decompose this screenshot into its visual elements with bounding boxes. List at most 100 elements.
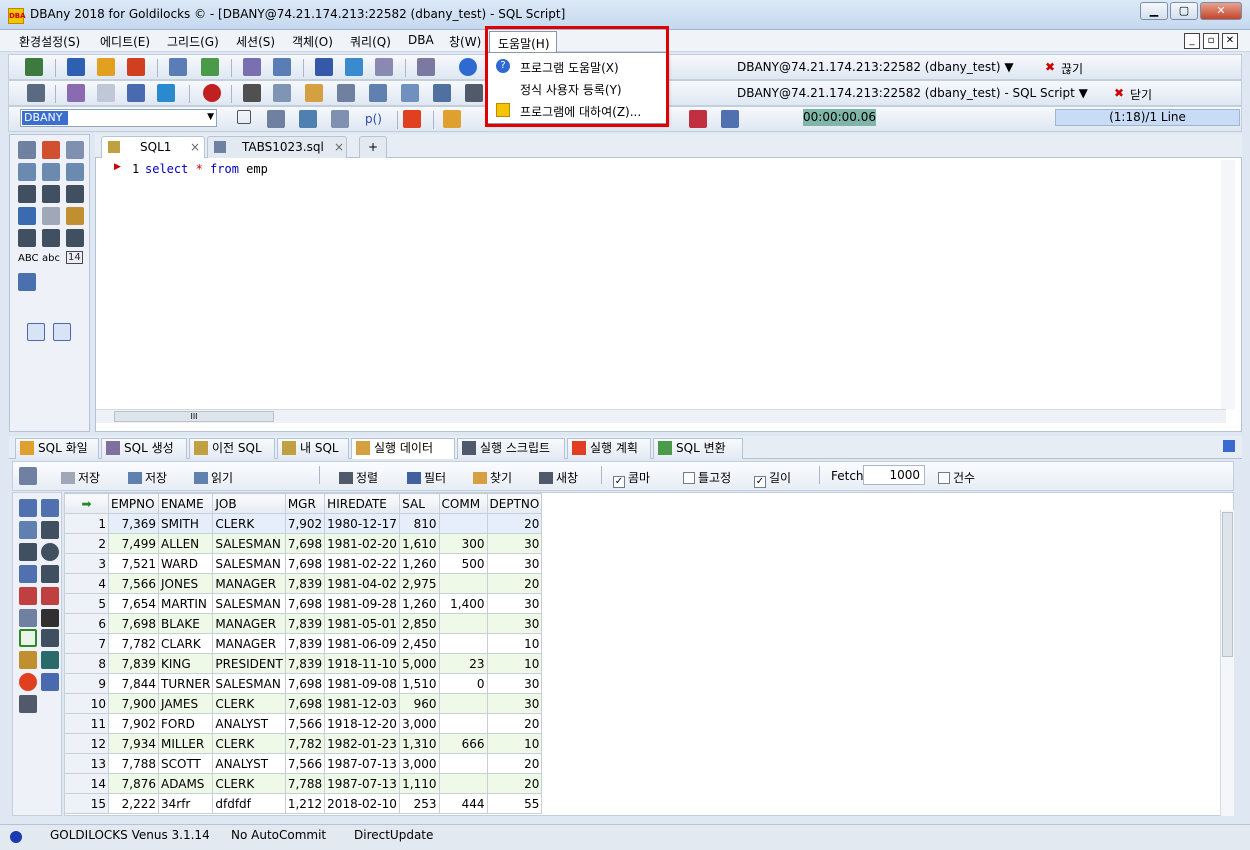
chevron-down-icon[interactable]: ▼ [207, 112, 214, 122]
cell-sal[interactable]: 1,260 [399, 593, 440, 614]
cell-comm[interactable]: 500 [438, 553, 488, 574]
cell-comm[interactable]: 23 [438, 653, 488, 674]
cell-deptno[interactable]: 10 [486, 653, 543, 674]
tools-icon[interactable] [27, 84, 45, 102]
cell-comm[interactable] [438, 513, 488, 534]
upload-icon[interactable] [97, 58, 115, 76]
cell-comm[interactable] [438, 753, 488, 774]
cell-empno[interactable]: 7,566 [108, 573, 159, 594]
cell-hiredate[interactable]: 2018-02-10 [324, 793, 401, 814]
cell-hiredate[interactable]: 1981-02-20 [324, 533, 401, 554]
cell-hiredate[interactable]: 1987-07-13 [324, 753, 401, 774]
cell-sal[interactable]: 1,510 [399, 673, 440, 694]
replace-icon[interactable] [401, 84, 419, 102]
count-checkbox[interactable]: 건수 [938, 469, 975, 486]
cell-comm[interactable] [438, 573, 488, 594]
clear-icon[interactable] [41, 587, 59, 605]
cell-ename[interactable]: ADAMS [157, 773, 214, 794]
find-text-icon[interactable] [18, 163, 36, 181]
cell-comm[interactable] [438, 713, 488, 734]
cell-job[interactable]: CLERK [212, 693, 286, 714]
users-icon[interactable] [243, 58, 261, 76]
stop-icon[interactable] [203, 84, 221, 102]
cell-deptno[interactable]: 20 [486, 753, 543, 774]
cut-icon[interactable] [243, 84, 261, 102]
font-icon[interactable] [41, 673, 59, 691]
lock-icon[interactable] [273, 58, 291, 76]
cell-sal[interactable]: 2,450 [399, 633, 440, 654]
paste-icon[interactable] [305, 84, 323, 102]
column-header[interactable]: ENAME [157, 493, 214, 514]
tab-run-script[interactable]: 실행 스크립트 [457, 438, 565, 459]
cell-job[interactable]: CLERK [212, 733, 286, 754]
editor-horizontal-scrollbar[interactable]: III [96, 409, 1226, 423]
table-row[interactable]: 8 7,839 KING PRESIDENT 7,839 1918-11-10 5,000 2… [64, 653, 543, 674]
cell-sal[interactable]: 5,000 [399, 653, 440, 674]
cell-empno[interactable]: 7,839 [108, 653, 159, 674]
row-number[interactable]: 6 [64, 613, 109, 634]
connect-icon[interactable] [25, 58, 43, 76]
grid-vertical-scrollbar[interactable] [1220, 510, 1234, 816]
cell-sal[interactable]: 2,850 [399, 613, 440, 634]
cell-mgr[interactable]: 7,839 [284, 653, 326, 674]
move-icon[interactable] [18, 207, 36, 225]
comma-checkbox[interactable]: ✓ 콤마 [613, 469, 650, 488]
uncomment-icon[interactable] [42, 229, 60, 247]
column-icon[interactable] [19, 695, 37, 713]
cell-mgr[interactable]: 7,566 [284, 753, 326, 774]
cell-sal[interactable]: 1,610 [399, 533, 440, 554]
table-row[interactable]: 13 7,788 SCOTT ANALYST 7,566 1987-07-13 3,000 2… [64, 753, 543, 774]
cell-mgr[interactable]: 7,566 [284, 713, 326, 734]
tab-exec-plan[interactable]: 실행 계획 [567, 438, 651, 459]
row-number[interactable]: 2 [64, 533, 109, 554]
cell-empno[interactable]: 7,654 [108, 593, 159, 614]
cell-ename[interactable]: 34rfr [157, 793, 214, 814]
cell-job[interactable]: CLERK [212, 513, 286, 534]
cell-hiredate[interactable]: 1982-01-23 [324, 733, 401, 754]
new-tab-button[interactable]: + [359, 136, 387, 158]
scissors-icon[interactable] [41, 609, 59, 627]
sort-button[interactable]: 정렬 [339, 469, 378, 486]
record-icon[interactable] [19, 565, 37, 583]
menu-dba[interactable]: DBA [408, 33, 434, 47]
cell-sal[interactable]: 3,000 [399, 713, 440, 734]
table-row[interactable]: 6 7,698 BLAKE MANAGER 7,839 1981-05-01 2,850 30 [64, 613, 543, 634]
pin-icon[interactable] [1223, 440, 1235, 452]
page-icon[interactable] [267, 110, 285, 128]
add-icon[interactable] [403, 110, 421, 128]
cell-ename[interactable]: FORD [157, 713, 214, 734]
cell-hiredate[interactable]: 1981-09-08 [324, 673, 401, 694]
tab-tabs1023[interactable]: TABS1023.sql × [207, 136, 347, 158]
row-number[interactable]: 3 [64, 553, 109, 574]
scroll-thumb[interactable] [1222, 512, 1233, 657]
cell-empno[interactable]: 7,782 [108, 633, 159, 654]
find-next-icon[interactable] [42, 163, 60, 181]
wrap-icon[interactable] [66, 229, 84, 247]
cell-empno[interactable]: 7,369 [108, 513, 159, 534]
cell-mgr[interactable]: 1,212 [284, 793, 326, 814]
new-window-button[interactable]: 새창 [539, 469, 578, 486]
close-script-button[interactable]: 닫기 [1130, 86, 1152, 103]
table-row[interactable]: 7 7,782 CLARK MANAGER 7,839 1981-06-09 2,450 10 [64, 633, 543, 654]
mdi-restore-button[interactable]: ▫ [1203, 33, 1219, 49]
cell-comm[interactable] [438, 773, 488, 794]
close-icon[interactable]: × [334, 137, 344, 157]
cell-mgr[interactable]: 7,839 [284, 613, 326, 634]
find-icon[interactable] [369, 84, 387, 102]
cell-deptno[interactable]: 10 [486, 733, 543, 754]
refresh-icon[interactable] [41, 543, 59, 561]
tab-run-data[interactable]: 실행 데이터 [351, 438, 455, 459]
row-number[interactable]: 9 [64, 673, 109, 694]
cell-ename[interactable]: MARTIN [157, 593, 214, 614]
sql-editor[interactable] [95, 134, 1242, 432]
column-header[interactable]: DEPTNO [486, 493, 543, 514]
row-number[interactable]: 15 [64, 793, 109, 814]
export-icon[interactable] [299, 110, 317, 128]
editor-vertical-scrollbar[interactable] [1221, 160, 1235, 409]
cell-deptno[interactable]: 30 [486, 673, 543, 694]
font-a-icon[interactable] [157, 84, 175, 102]
cell-empno[interactable]: 7,698 [108, 613, 159, 634]
sql-icon[interactable] [201, 58, 219, 76]
row-number[interactable]: 12 [64, 733, 109, 754]
cell-hiredate[interactable]: 1980-12-17 [324, 513, 401, 534]
